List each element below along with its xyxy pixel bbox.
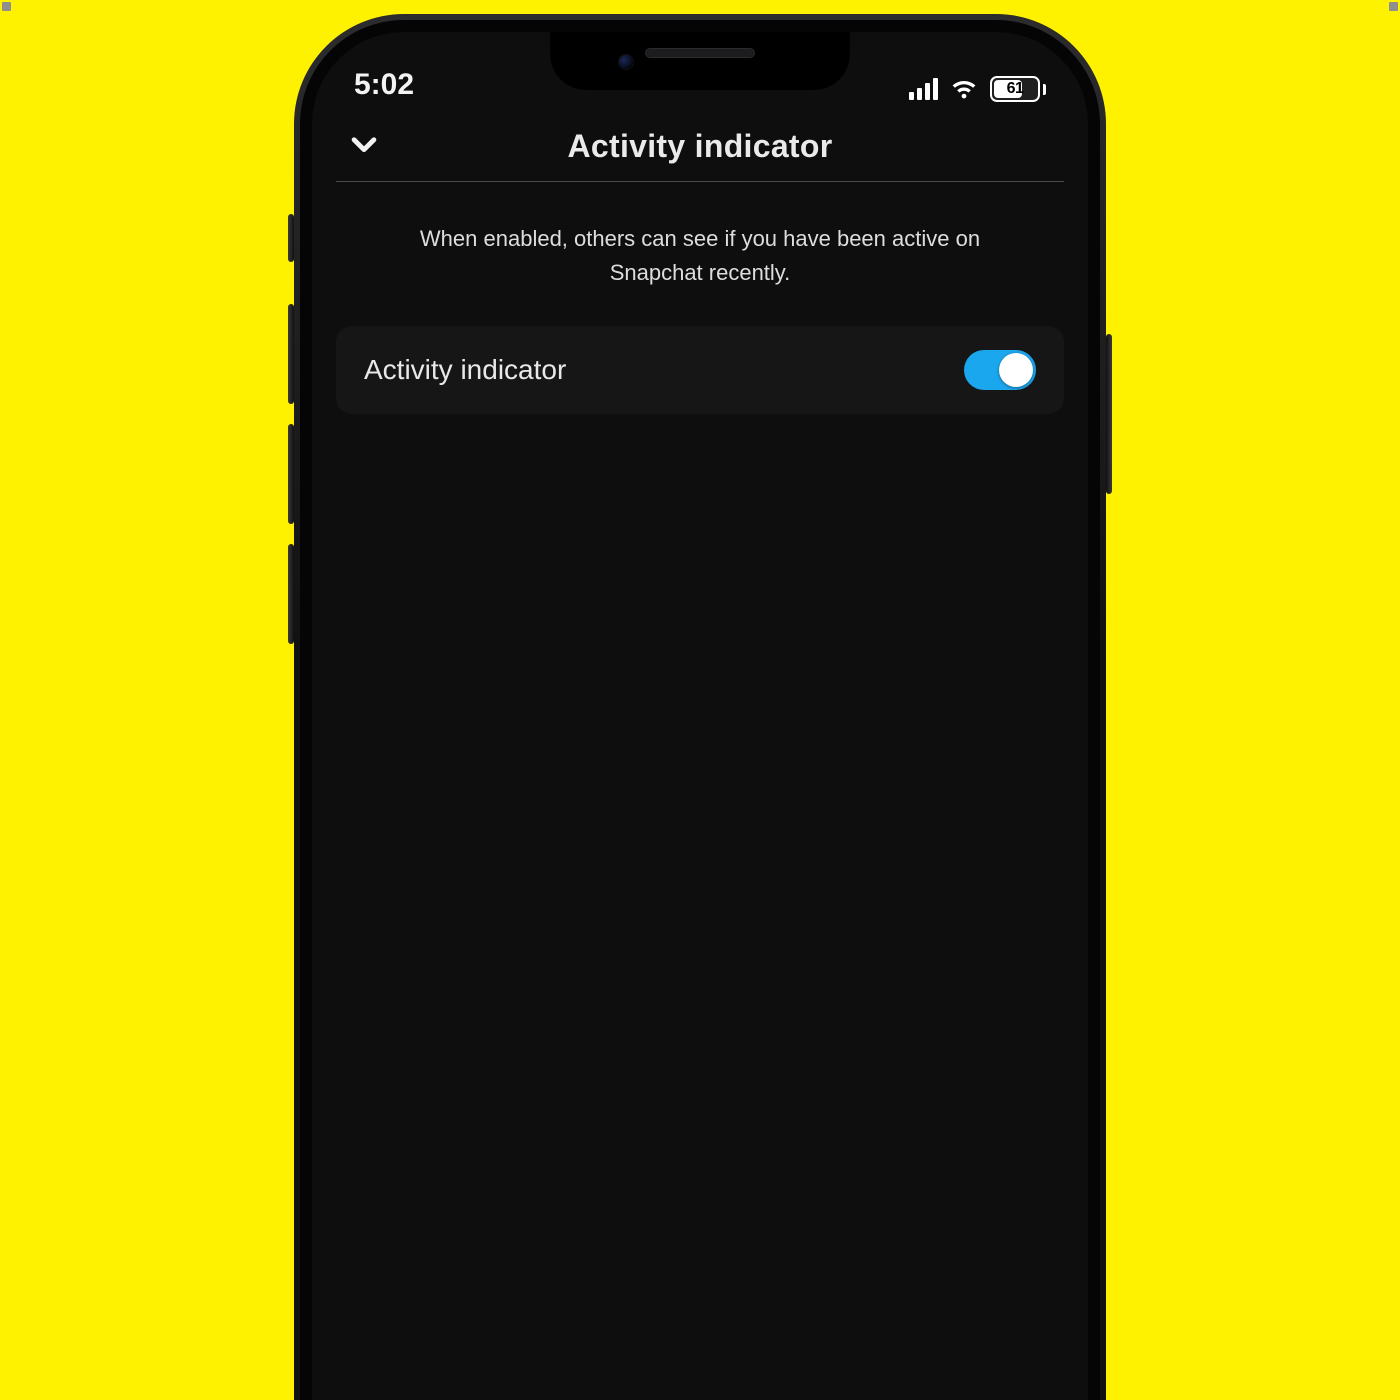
phone-volume-up xyxy=(288,304,294,404)
phone-front-camera xyxy=(618,54,634,70)
page-title: Activity indicator xyxy=(567,128,832,165)
phone-speaker xyxy=(645,48,755,58)
activity-indicator-toggle[interactable] xyxy=(964,350,1036,390)
app-content: Activity indicator When enabled, others … xyxy=(312,112,1088,1400)
chevron-down-icon xyxy=(347,127,381,166)
activity-indicator-row[interactable]: Activity indicator xyxy=(336,326,1064,414)
battery-percentage: 61 xyxy=(992,80,1038,98)
toggle-knob xyxy=(999,353,1033,387)
phone-inner-frame: 5:02 61 xyxy=(300,20,1100,1400)
back-button[interactable] xyxy=(340,123,388,171)
battery-icon: 61 xyxy=(990,76,1046,102)
cellular-signal-icon xyxy=(909,78,938,100)
phone-side-button xyxy=(288,544,294,644)
phone-frame: 5:02 61 xyxy=(294,14,1106,1400)
phone-power-button xyxy=(1106,334,1112,494)
background-dot xyxy=(1389,2,1398,11)
activity-indicator-label: Activity indicator xyxy=(364,354,566,386)
page-description: When enabled, others can see if you have… xyxy=(380,222,1020,290)
background-dot xyxy=(2,2,11,11)
phone-screen: 5:02 61 xyxy=(312,32,1088,1400)
phone-notch xyxy=(550,32,850,90)
status-right-cluster: 61 xyxy=(909,76,1046,102)
wifi-icon xyxy=(950,78,978,100)
nav-bar: Activity indicator xyxy=(336,112,1064,182)
status-time: 5:02 xyxy=(354,68,414,102)
phone-volume-down xyxy=(288,424,294,524)
phone-mute-switch xyxy=(288,214,294,262)
